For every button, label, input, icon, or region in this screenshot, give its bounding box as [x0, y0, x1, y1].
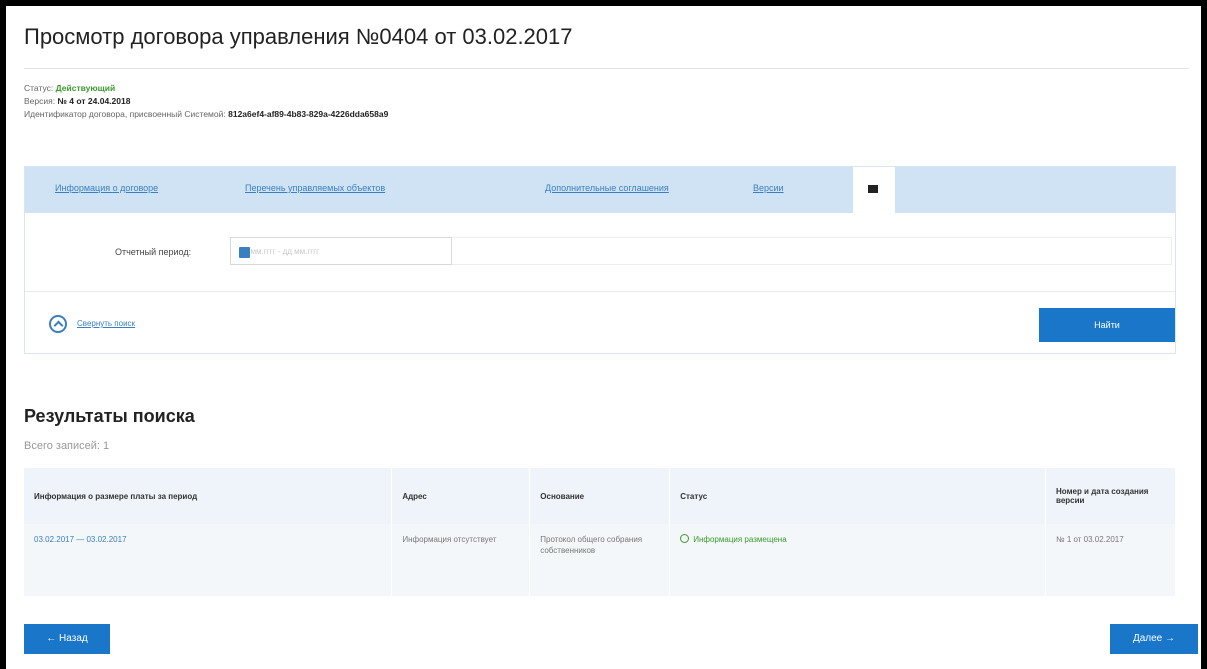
- row-status: Информация размещена: [669, 524, 1047, 596]
- tab-managed-objects[interactable]: Перечень управляемых объектов: [245, 183, 385, 193]
- version-label: Версия:: [24, 96, 56, 106]
- table-row: 03.02.2017 — 03.02.2017 Информация отсут…: [24, 524, 1176, 596]
- col-version: Номер и дата создания версии: [1045, 468, 1176, 524]
- row-status-text: Информация размещена: [693, 535, 787, 544]
- row-period-link[interactable]: 03.02.2017 — 03.02.2017: [24, 524, 393, 596]
- page-title: Просмотр договора управления №0404 от 03…: [24, 24, 573, 49]
- period-label: Отчетный период:: [115, 247, 192, 257]
- title-divider: [24, 68, 1189, 69]
- results-count: Всего записей: 1: [24, 440, 110, 452]
- status-line: Статус: Действующий: [24, 82, 388, 95]
- table-header-row: Информация о размере платы за период Адр…: [24, 468, 1176, 524]
- col-address: Адрес: [391, 468, 531, 524]
- period-input[interactable]: дд.мм.гггг - дд.мм.гггг: [230, 237, 452, 265]
- period-placeholder: дд.мм.гггг - дд.мм.гггг: [239, 247, 320, 256]
- row-version: № 1 от 03.02.2017: [1045, 524, 1176, 596]
- panel-divider: [25, 291, 1175, 292]
- next-button[interactable]: Далее →: [1110, 624, 1198, 654]
- identifier-value: 812a6ef4-af89-4b83-829a-4226dda658a9: [228, 109, 389, 119]
- tab-payment-info[interactable]: [853, 167, 895, 213]
- check-circle-icon: [680, 534, 690, 543]
- search-panel: Информация о договоре Перечень управляем…: [24, 166, 1176, 354]
- calendar-icon[interactable]: [239, 247, 250, 258]
- results-table: Информация о размере платы за период Адр…: [24, 468, 1176, 596]
- results-title: Результаты поиска: [24, 406, 195, 426]
- identifier-line: Идентификатор договора, присвоенный Сист…: [24, 108, 388, 121]
- version-line: Версия: № 4 от 24.04.2018: [24, 95, 388, 108]
- version-value: № 4 от 24.04.2018: [57, 96, 131, 106]
- find-button[interactable]: Найти: [1039, 308, 1175, 342]
- back-button[interactable]: ← Назад: [24, 624, 110, 654]
- chevron-up-icon[interactable]: [49, 315, 67, 333]
- tab-additional-agreements[interactable]: Дополнительные соглашения: [545, 183, 669, 193]
- identifier-label: Идентификатор договора, присвоенный Сист…: [24, 109, 226, 119]
- collapse-search-link[interactable]: Свернуть поиск: [77, 319, 135, 328]
- period-field-area: [452, 237, 1172, 265]
- row-address: Информация отсутствует: [391, 524, 531, 596]
- row-basis: Протокол общего собрания собственников: [529, 524, 671, 596]
- tab-bar: Информация о договоре Перечень управляем…: [25, 167, 1175, 213]
- status-label: Статус:: [24, 83, 54, 93]
- table-icon: [868, 185, 878, 193]
- tab-versions[interactable]: Версии: [753, 183, 784, 193]
- tab-contract-info[interactable]: Информация о договоре: [55, 183, 158, 193]
- status-value: Действующий: [55, 83, 116, 93]
- col-period: Информация о размере платы за период: [24, 468, 393, 524]
- col-status: Статус: [669, 468, 1047, 524]
- col-basis: Основание: [529, 468, 671, 524]
- contract-meta: Статус: Действующий Версия: № 4 от 24.04…: [24, 82, 388, 121]
